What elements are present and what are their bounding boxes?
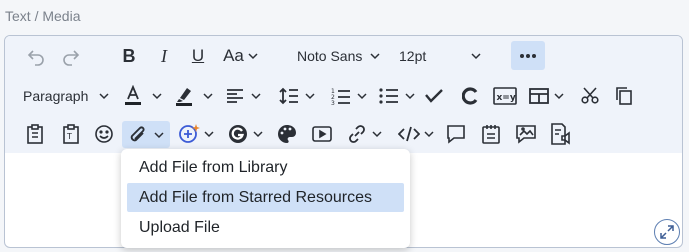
emoji-icon xyxy=(95,125,113,143)
text-color-button[interactable] xyxy=(121,84,165,108)
bold-button[interactable]: B xyxy=(119,45,139,67)
spellcheck-button[interactable] xyxy=(423,85,445,107)
chevron-down-icon xyxy=(251,93,261,100)
insert-video-button[interactable] xyxy=(311,123,333,145)
font-family-value: Noto Sans xyxy=(297,48,363,64)
align-dropdown[interactable] xyxy=(224,85,264,107)
cut-button[interactable] xyxy=(579,85,601,107)
clipboard-text-icon: T xyxy=(63,124,79,144)
chevron-down-icon xyxy=(404,93,415,100)
clipboard-icon xyxy=(27,124,43,144)
equation-icon: x=y xyxy=(493,87,517,105)
emoji-button[interactable] xyxy=(93,123,115,145)
table-icon xyxy=(529,88,549,104)
link-dropdown[interactable] xyxy=(343,123,387,145)
image-comment-icon xyxy=(516,125,536,144)
italic-button[interactable]: I xyxy=(155,45,173,67)
svg-text:x=y: x=y xyxy=(497,93,516,103)
align-left-icon xyxy=(227,89,243,103)
speaker-document-icon xyxy=(551,123,570,145)
undo-icon xyxy=(27,50,44,66)
font-family-dropdown[interactable]: Noto Sans xyxy=(297,45,383,67)
menu-item-upload-file[interactable]: Upload File xyxy=(127,213,404,242)
attach-file-dropdown[interactable] xyxy=(122,121,170,148)
attach-file-menu: Add File from Library Add File from Star… xyxy=(121,149,410,248)
code-icon xyxy=(397,126,420,142)
font-size-dropdown[interactable]: 12pt xyxy=(399,45,485,67)
bullet-list-dropdown[interactable] xyxy=(375,85,419,107)
notepad-icon xyxy=(482,125,500,144)
text-color-icon xyxy=(125,85,141,105)
paste-button[interactable] xyxy=(24,123,46,145)
chevron-down-icon xyxy=(248,53,258,60)
comment-icon xyxy=(447,125,465,144)
paste-text-button[interactable]: T xyxy=(60,123,82,145)
palette-button[interactable] xyxy=(276,123,298,145)
line-height-dropdown[interactable] xyxy=(275,85,319,107)
c-plugin-button[interactable] xyxy=(459,85,481,107)
chevron-down-icon xyxy=(304,93,315,100)
block-format-value: Paragraph xyxy=(23,88,89,104)
notes-button[interactable] xyxy=(480,123,502,145)
scissors-icon xyxy=(581,87,599,104)
redo-button[interactable] xyxy=(60,45,82,67)
svg-text:T: T xyxy=(66,132,72,141)
underline-button[interactable]: U xyxy=(188,45,208,67)
checkmark-icon xyxy=(425,89,443,103)
field-label: Text / Media xyxy=(5,8,81,24)
chevron-down-icon xyxy=(356,93,367,100)
link-icon xyxy=(349,125,365,143)
expand-editor-button[interactable] xyxy=(654,219,680,245)
block-format-dropdown[interactable]: Paragraph xyxy=(23,85,113,107)
menu-item-add-from-starred[interactable]: Add File from Starred Resources xyxy=(127,183,404,212)
chevron-down-icon xyxy=(471,53,481,60)
ai-assist-dropdown[interactable] xyxy=(176,123,216,145)
copy-button[interactable] xyxy=(613,85,635,107)
font-size-value: 12pt xyxy=(399,48,427,64)
c-logo-icon xyxy=(462,87,478,105)
table-dropdown[interactable] xyxy=(527,85,567,107)
chevron-down-icon xyxy=(153,131,164,138)
grammarly-dropdown[interactable] xyxy=(226,123,266,145)
equation-button[interactable]: x=y xyxy=(492,84,518,108)
ai-plus-icon xyxy=(178,124,200,143)
menu-item-label: Upload File xyxy=(139,219,220,236)
font-style-dropdown[interactable]: Aa xyxy=(221,45,261,67)
font-style-glyph: Aa xyxy=(223,46,244,65)
read-aloud-button[interactable] xyxy=(549,123,573,145)
image-caption-button[interactable] xyxy=(514,123,538,145)
more-options-button[interactable] xyxy=(511,41,545,70)
chevron-down-icon xyxy=(99,93,109,100)
highlighter-icon xyxy=(176,88,192,106)
video-icon xyxy=(312,126,332,142)
palette-icon xyxy=(278,125,296,143)
menu-item-label: Add File from Library xyxy=(139,159,288,176)
g-logo-icon xyxy=(229,125,247,143)
editor-toolbar: B I U Aa Noto Sans 12pt Paragraph 1 2 3 … xyxy=(5,36,682,153)
code-dropdown[interactable] xyxy=(394,123,438,145)
comment-button[interactable] xyxy=(445,123,467,145)
bullet-list-icon xyxy=(378,88,398,104)
chevron-down-icon xyxy=(253,131,263,138)
chevron-down-icon xyxy=(370,53,380,60)
numbered-list-icon: 123 xyxy=(331,88,350,105)
copy-icon xyxy=(616,87,632,105)
highlight-color-button[interactable] xyxy=(172,84,216,108)
chevron-down-icon xyxy=(152,93,162,100)
chevron-down-icon xyxy=(423,131,434,138)
menu-item-add-from-library[interactable]: Add File from Library xyxy=(127,153,404,182)
chevron-down-icon xyxy=(203,131,214,138)
more-horizontal-icon xyxy=(520,53,536,58)
chevron-down-icon xyxy=(372,131,382,138)
menu-item-label: Add File from Starred Resources xyxy=(139,189,372,206)
paperclip-icon xyxy=(130,126,144,141)
line-height-icon xyxy=(278,87,298,105)
chevron-down-icon xyxy=(554,93,564,100)
undo-button[interactable] xyxy=(25,45,47,67)
numbered-list-dropdown[interactable]: 123 xyxy=(327,85,371,107)
chevron-down-icon xyxy=(203,93,213,100)
svg-text:3: 3 xyxy=(331,100,335,105)
redo-icon xyxy=(63,50,80,66)
expand-icon xyxy=(660,225,674,239)
